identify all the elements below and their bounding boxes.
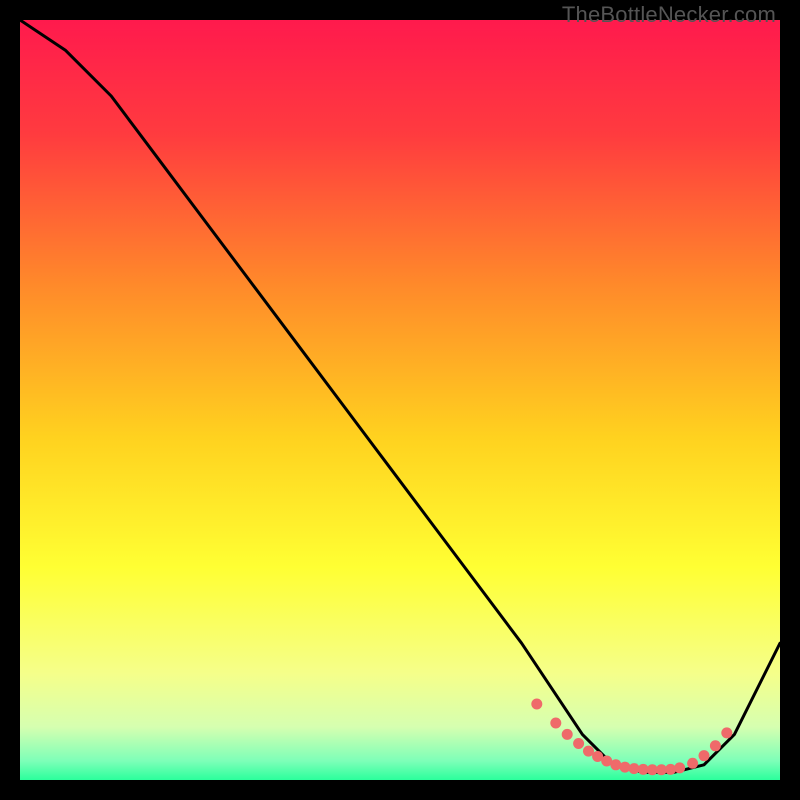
gradient-background: [20, 20, 780, 780]
marker-dot: [710, 740, 721, 751]
marker-dot: [531, 699, 542, 710]
marker-dot: [550, 718, 561, 729]
bottleneck-chart: [20, 20, 780, 780]
marker-dot: [573, 738, 584, 749]
marker-dot: [562, 729, 573, 740]
marker-dot: [687, 758, 698, 769]
marker-dot: [721, 727, 732, 738]
chart-frame: [20, 20, 780, 780]
marker-dot: [674, 762, 685, 773]
marker-dot: [699, 750, 710, 761]
